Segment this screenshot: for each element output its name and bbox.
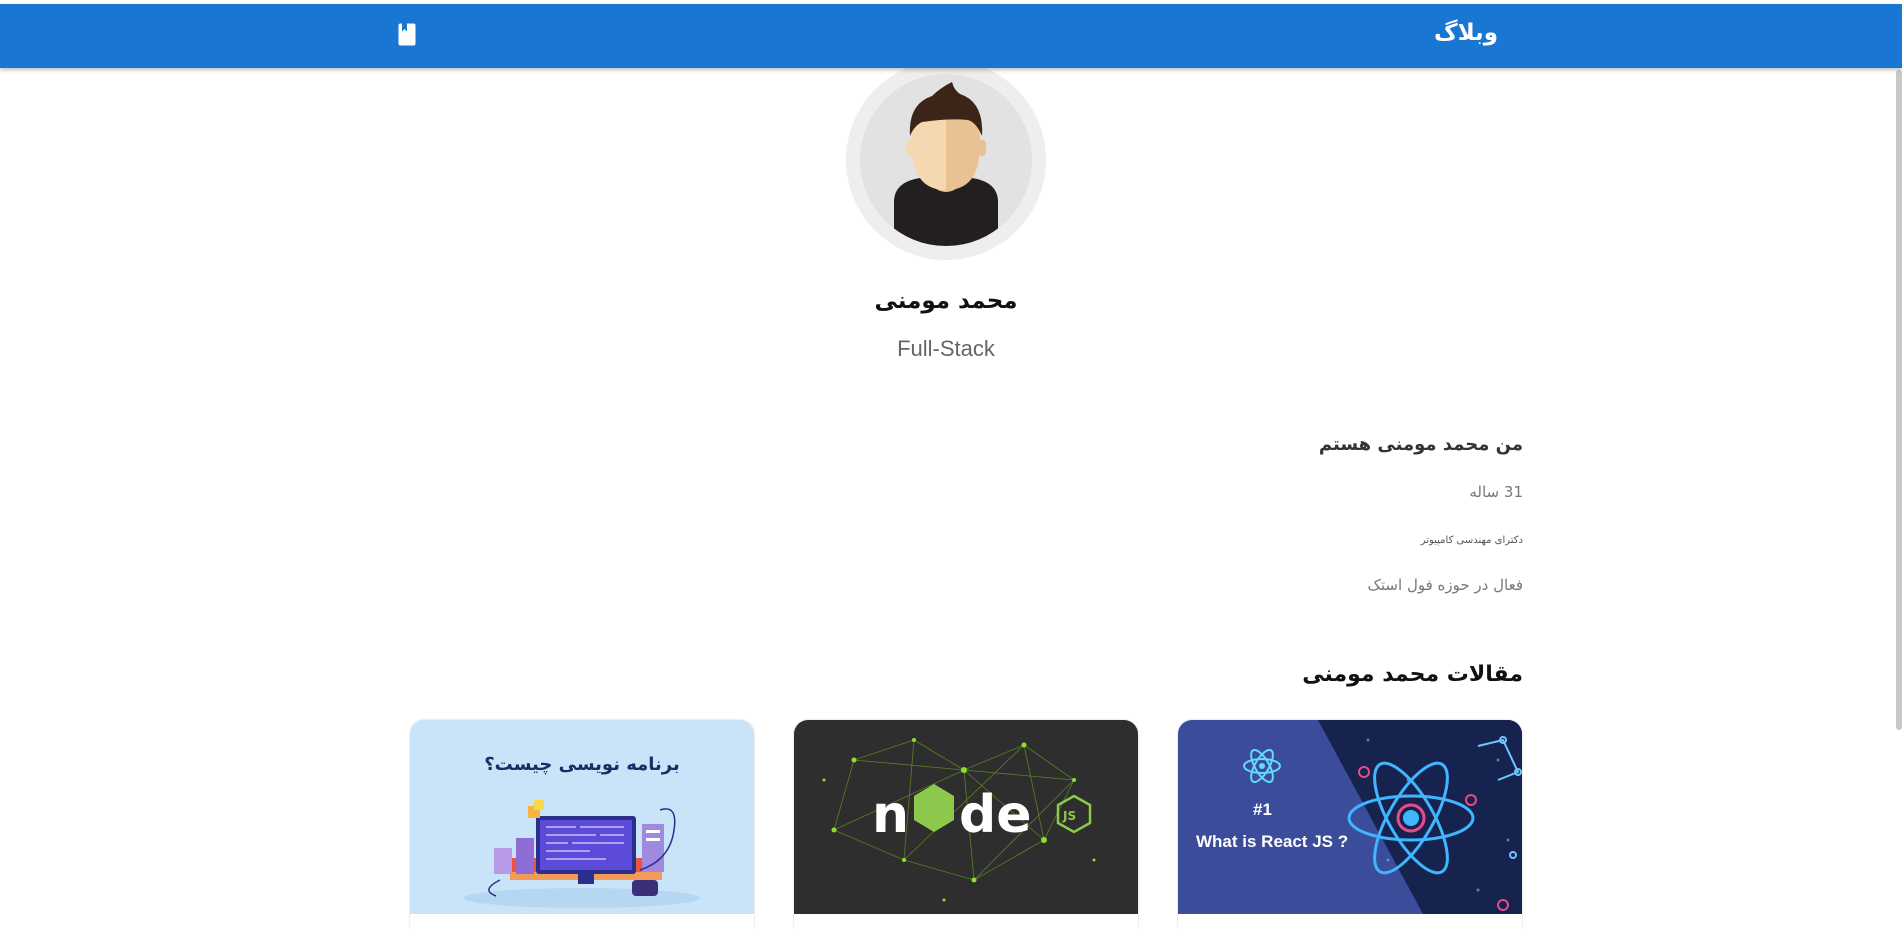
card-body (410, 914, 754, 930)
svg-text:n: n (872, 785, 909, 845)
about-title: من محمد مومنی هستم (1318, 434, 1523, 455)
programming-illustration-icon (410, 720, 754, 914)
article-image-title: What is React JS ? (1196, 832, 1349, 851)
card-body (794, 914, 1138, 930)
article-image-title: برنامه نویسی چیست؟ (484, 754, 680, 775)
profile-role: Full-Stack (897, 336, 995, 361)
about-degree: دکترای مهندسی کامپیوتر (1420, 535, 1523, 546)
book-icon[interactable] (398, 23, 416, 46)
article-card-programming[interactable]: برنامه نویسی چیست؟ (410, 720, 754, 930)
about-age: 31 ساله (1469, 483, 1523, 501)
app-bar: وبلاگ (0, 4, 1902, 68)
svg-text:de: de (959, 785, 1032, 845)
articles-heading: مقالات محمد مومنی (1302, 662, 1523, 687)
svg-text:JS: JS (1062, 809, 1076, 823)
article-number: #1 (1253, 800, 1272, 819)
avatar (846, 60, 1046, 260)
nodejs-illustration-icon: n de JS (794, 720, 1138, 914)
about-field: فعال در حوزه فول استک (1367, 576, 1523, 594)
article-card-react[interactable]: #1 What is React JS ? (1178, 720, 1522, 930)
card-body (1178, 914, 1522, 930)
page-scrollbar[interactable] (1896, 70, 1902, 730)
profile-name: محمد مومنی (874, 288, 1018, 314)
user-avatar-icon (860, 74, 1032, 246)
article-card-nodejs[interactable]: n de JS (794, 720, 1138, 930)
react-illustration-icon (1178, 720, 1522, 914)
brand-title[interactable]: وبلاگ (1434, 20, 1498, 46)
